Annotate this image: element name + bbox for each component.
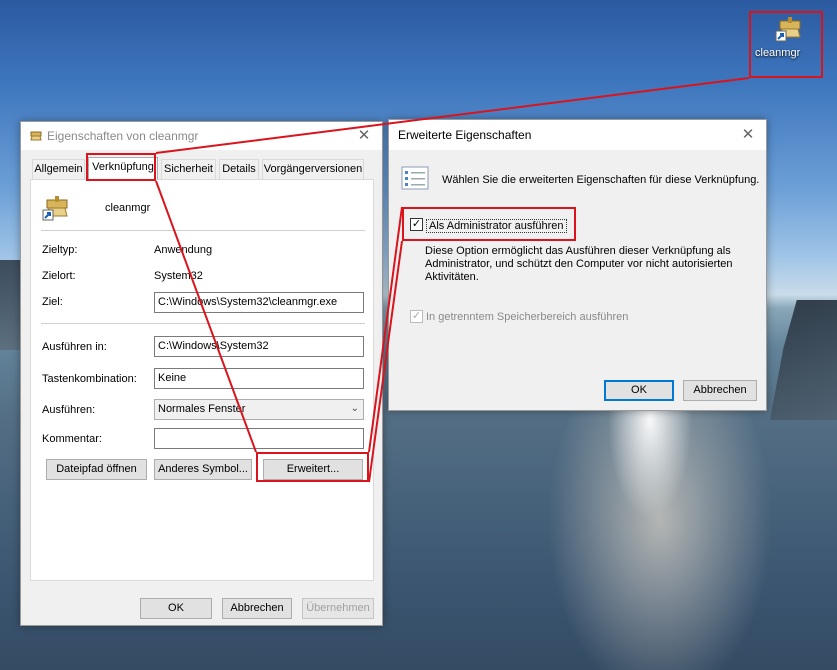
tab-allgemein[interactable]: Allgemein	[32, 159, 85, 180]
tab-vorgaengerversionen[interactable]: Vorgängerversionen	[262, 159, 364, 180]
ziel-field[interactable]: C:\Windows\System32\cleanmgr.exe	[154, 292, 364, 313]
advanced-titlebar: Erweiterte Eigenschaften ✕	[389, 120, 766, 150]
ok-button[interactable]: OK	[604, 380, 674, 401]
checklist-icon	[401, 166, 429, 190]
highlight-desktop-icon	[749, 11, 823, 78]
highlight-erweitert-button	[256, 452, 369, 482]
properties-title: Eigenschaften von cleanmgr	[47, 129, 199, 143]
ausfuehren-label: Ausführen:	[42, 404, 96, 416]
highlight-tab	[86, 153, 156, 181]
advanced-properties-dialog: Erweiterte Eigenschaften ✕ Wählen Sie di…	[388, 119, 767, 411]
properties-titlebar: Eigenschaften von cleanmgr ✕	[21, 122, 382, 150]
ausfuehren-in-label: Ausführen in:	[42, 341, 107, 353]
separate-memory-checkbox[interactable]: ✓	[410, 310, 423, 323]
anderes-symbol-button[interactable]: Anderes Symbol...	[154, 459, 252, 480]
dateipfad-oeffnen-button[interactable]: Dateipfad öffnen	[46, 459, 147, 480]
properties-dialog: Eigenschaften von cleanmgr ✕ Allgemein V…	[20, 121, 383, 626]
separate-memory-label[interactable]: In getrenntem Speicherbereich ausführen	[426, 311, 628, 323]
tastenkombination-field[interactable]: Keine	[154, 368, 364, 389]
tab-sicherheit[interactable]: Sicherheit	[161, 159, 216, 180]
tastenkombination-label: Tastenkombination:	[42, 373, 137, 385]
app-name: cleanmgr	[105, 202, 151, 214]
shortcut-broom-icon	[42, 196, 68, 221]
kommentar-label: Kommentar:	[42, 433, 102, 445]
close-button[interactable]: ✕	[350, 124, 378, 148]
ziel-label: Ziel:	[42, 296, 63, 308]
kommentar-field[interactable]	[154, 428, 364, 449]
close-button[interactable]: ✕	[734, 123, 762, 147]
zieltyp-value: Anwendung	[154, 244, 213, 256]
tab-details[interactable]: Details	[219, 159, 259, 180]
advanced-title: Erweiterte Eigenschaften	[398, 128, 532, 142]
separator	[41, 323, 365, 324]
shortcut-broom-icon	[30, 131, 42, 141]
uebernehmen-button[interactable]: Übernehmen	[302, 598, 374, 619]
abbrechen-button[interactable]: Abbrechen	[683, 380, 757, 401]
shortcut-panel: cleanmgr Zieltyp: Anwendung Zielort: Sys…	[30, 179, 374, 581]
ok-button[interactable]: OK	[140, 598, 212, 619]
abbrechen-button[interactable]: Abbrechen	[222, 598, 292, 619]
highlight-admin-checkbox	[402, 207, 576, 241]
zielort-value: System32	[154, 270, 203, 282]
chevron-down-icon: ⌄	[350, 403, 359, 414]
ausfuehren-select-value: Normales Fenster	[158, 403, 246, 415]
zieltyp-label: Zieltyp:	[42, 244, 78, 256]
ausfuehren-select[interactable]: Normales Fenster ⌄	[154, 399, 364, 420]
ausfuehren-in-field[interactable]: C:\Windows\System32	[154, 336, 364, 357]
admin-description: Diese Option ermöglicht das Ausführen di…	[425, 245, 733, 283]
checkmark-icon: ✓	[411, 310, 422, 322]
zielort-label: Zielort:	[42, 270, 76, 282]
separator	[41, 230, 365, 231]
intro-text: Wählen Sie die erweiterten Eigenschaften…	[442, 174, 760, 186]
